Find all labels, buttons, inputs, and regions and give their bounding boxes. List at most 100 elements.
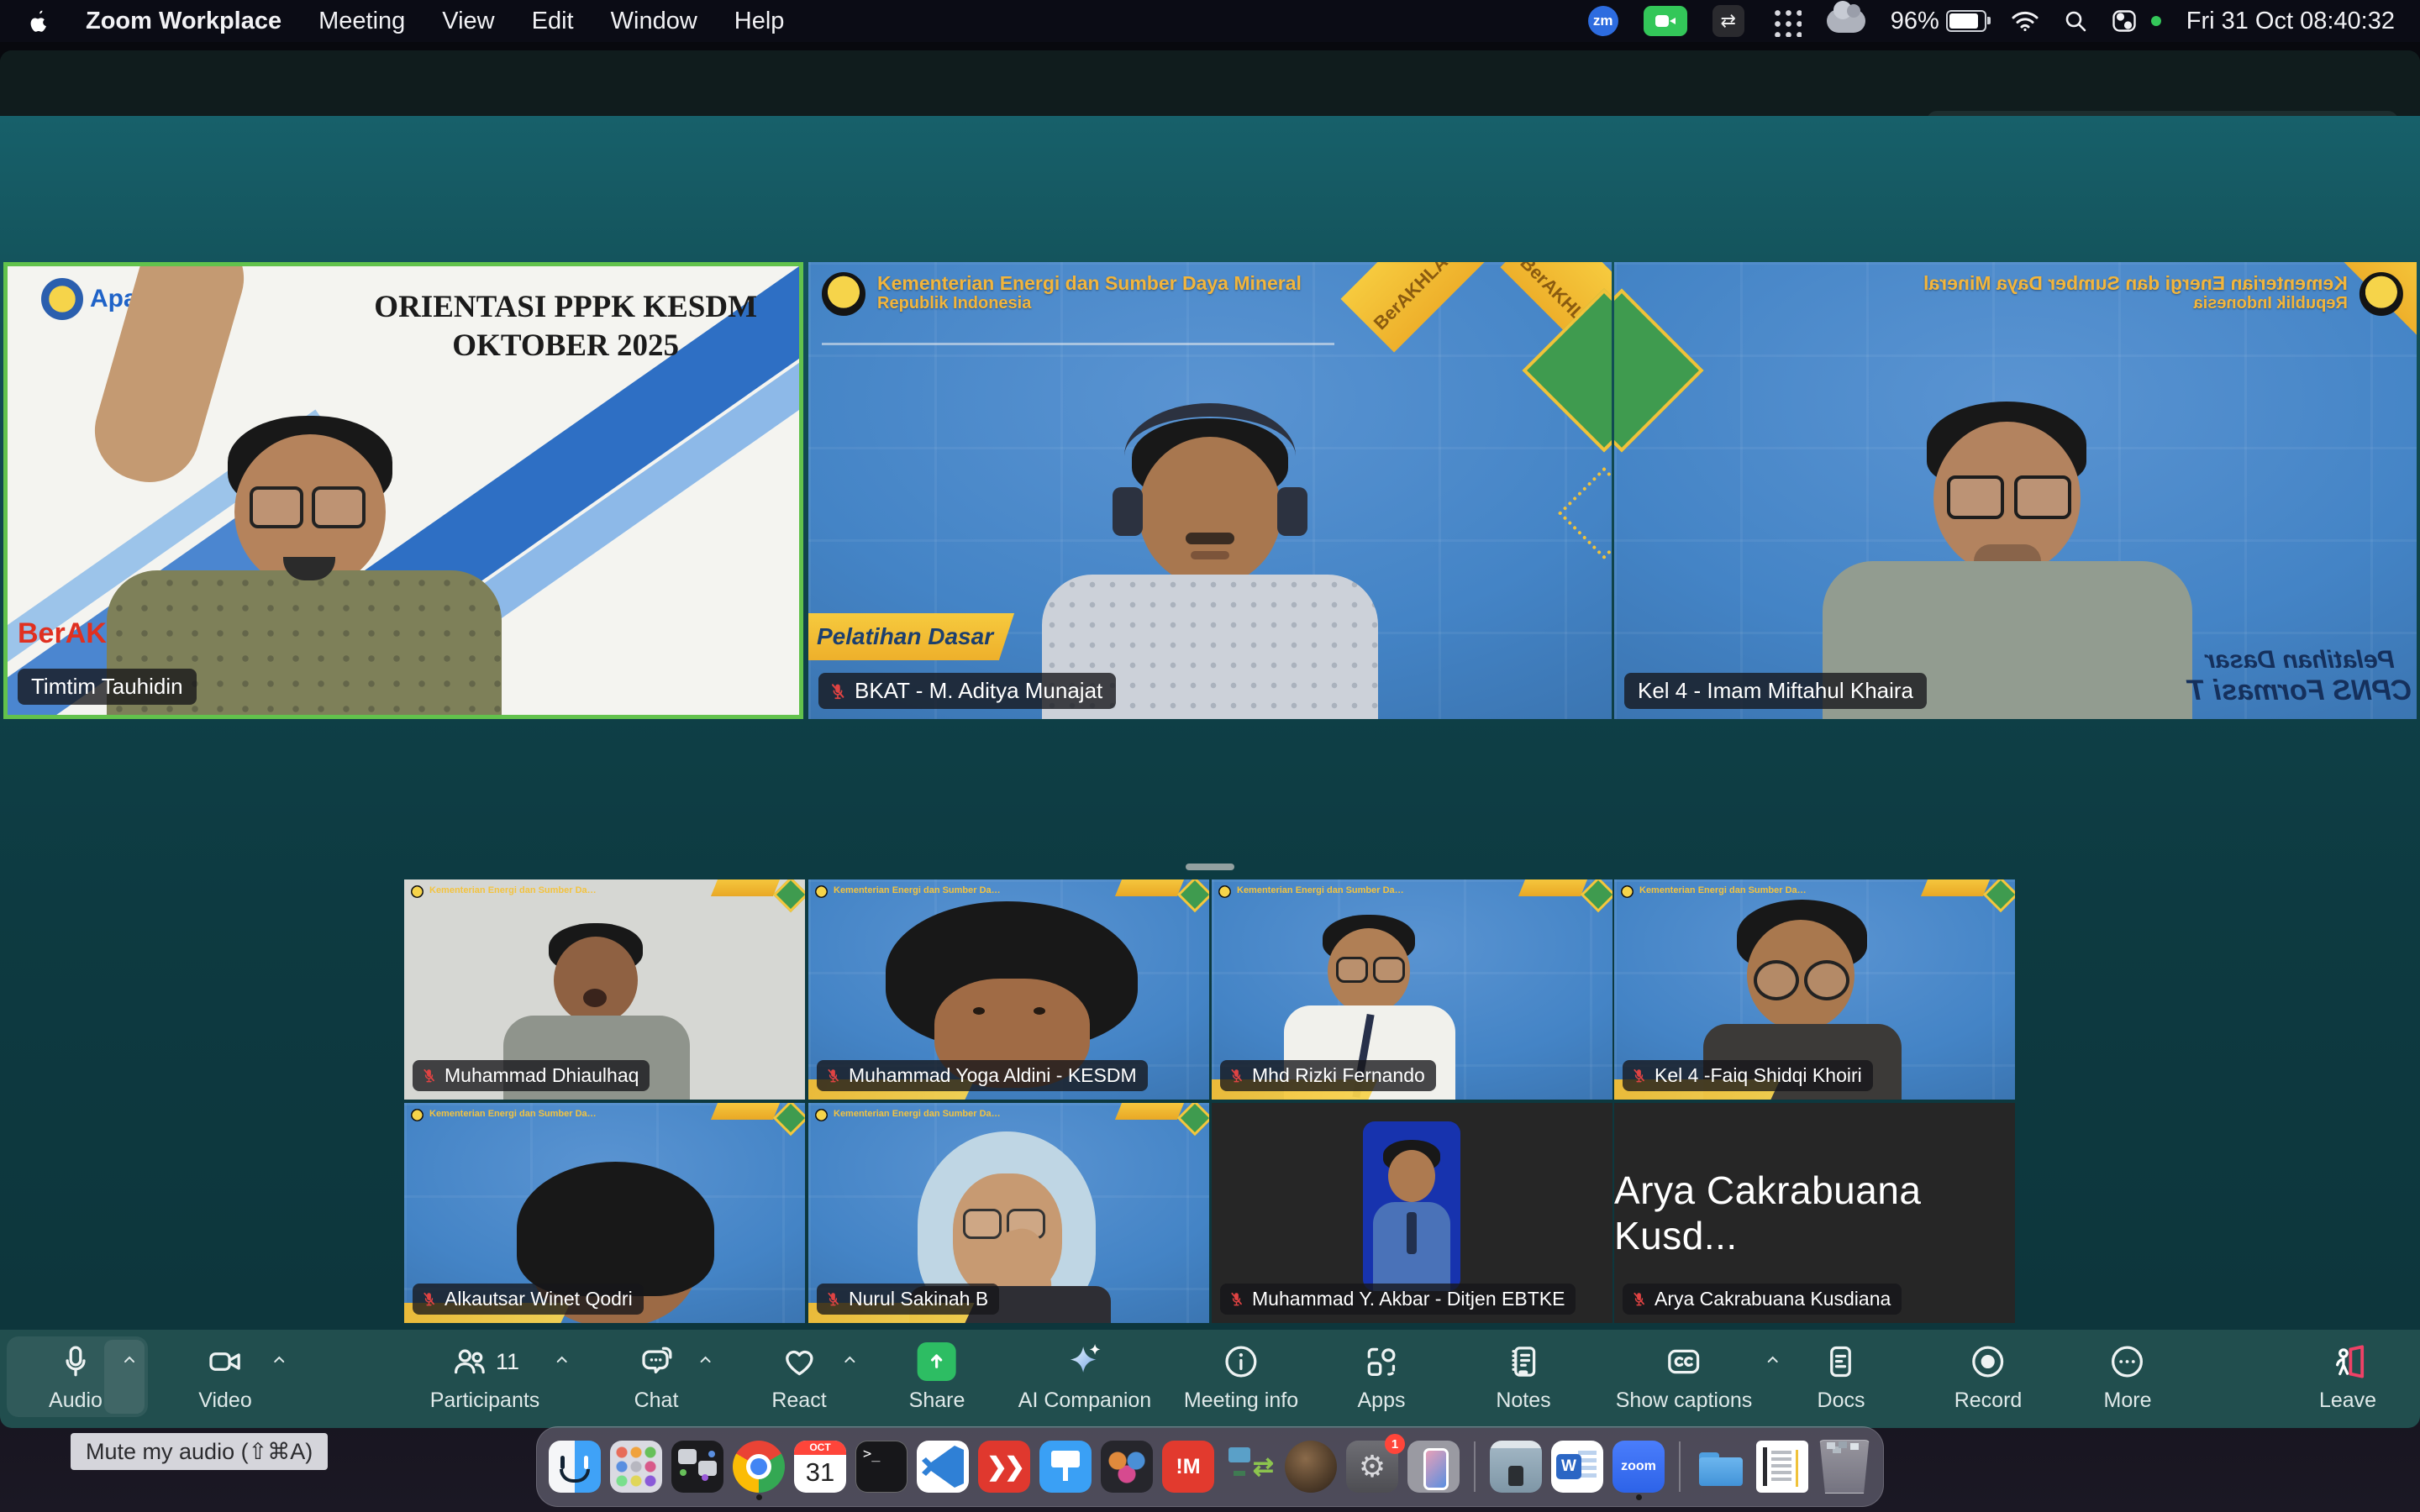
dock-iphone-mirroring-icon[interactable]	[1407, 1441, 1460, 1493]
muted-mic-icon	[1228, 1066, 1244, 1085]
video-tile-alkautsar[interactable]: Kementerian Energi dan Sumber Daya Miner…	[404, 1103, 805, 1323]
settings-badge: 1	[1385, 1434, 1405, 1454]
dock-divider	[1474, 1441, 1476, 1492]
muted-mic-icon	[1228, 1289, 1244, 1309]
notes-button[interactable]: Notes	[1496, 1330, 1550, 1413]
dock-finder-icon[interactable]	[549, 1441, 601, 1493]
leave-button[interactable]: Leave	[2319, 1330, 2376, 1413]
record-button[interactable]: Record	[1954, 1330, 2023, 1413]
window-arrange-icon[interactable]: ⇄	[1712, 5, 1744, 37]
dock-red-app-icon[interactable]: ❯❯	[978, 1441, 1030, 1493]
app-grid-icon[interactable]	[1770, 5, 1802, 37]
mute-audio-tooltip: Mute my audio (⇧⌘A)	[71, 1433, 328, 1470]
menu-help[interactable]: Help	[734, 8, 785, 35]
video-tile-akbar[interactable]: Muhammad Y. Akbar - Ditjen EBTKE	[1212, 1103, 1612, 1323]
participant-name-label: Mhd Rizki Fernando	[1220, 1060, 1436, 1091]
more-button[interactable]: More	[2104, 1330, 2152, 1413]
menubar-clock[interactable]: Fri 31 Oct 08:40:32	[2186, 8, 2395, 35]
video-tile-aditya[interactable]: Kementerian Energi dan Sumber Daya Miner…	[808, 262, 1612, 719]
menu-bar: Zoom Workplace Meeting View Edit Window …	[0, 0, 2420, 42]
dock-trash-icon[interactable]	[1818, 1440, 1871, 1494]
participants-options-chevron[interactable]	[553, 1352, 570, 1368]
video-tile-timtim[interactable]: Apa ORIENTASI PPPK KESDM OKTOBER 2025 Be…	[3, 262, 803, 719]
camera-active-icon[interactable]	[1644, 6, 1687, 36]
zoom-menubar-icon[interactable]: zm	[1588, 6, 1618, 36]
participant-name-label: Timtim Tauhidin	[18, 669, 197, 705]
video-options-chevron[interactable]	[271, 1352, 287, 1368]
chat-button[interactable]: Chat	[634, 1330, 679, 1413]
muted-mic-icon	[1631, 1066, 1647, 1085]
participants-button[interactable]: 11 Participants	[430, 1330, 540, 1413]
video-tile-faiq[interactable]: Kementerian Energi dan Sumber Daya Miner…	[1614, 879, 2015, 1100]
battery-indicator[interactable]: 96%	[1891, 8, 1986, 35]
video-tile-imam[interactable]: Kementerian Energi dan Sumber Daya Miner…	[1614, 262, 2417, 719]
dock-divider	[1679, 1441, 1681, 1492]
menu-window[interactable]: Window	[611, 8, 697, 35]
dock-davinci-resolve-icon[interactable]	[1101, 1441, 1153, 1493]
video-tile-dhiaulhaq[interactable]: Kementerian Energi dan Sumber Daya Miner…	[404, 879, 805, 1100]
dock-window-manager-icon[interactable]	[671, 1441, 723, 1493]
person-dhiaulhaq	[554, 937, 638, 1024]
menu-edit[interactable]: Edit	[532, 8, 574, 35]
dock-chrome-icon[interactable]	[733, 1441, 785, 1493]
share-icon	[918, 1342, 956, 1381]
spotlight-search-icon[interactable]	[2064, 9, 2087, 33]
captions-options-chevron[interactable]	[1764, 1352, 1781, 1368]
control-center-icon[interactable]	[2112, 10, 2141, 32]
zoom-meeting-window: 02:19:28 View Apa ORIENTASI PPPK KESDM	[0, 50, 2420, 1428]
dock-terminal-icon[interactable]: >_	[855, 1441, 908, 1493]
dock-sync-app-icon[interactable]	[1223, 1441, 1276, 1493]
kesdm-header-mirrored: Kementerian Energi dan Sumber Daya Miner…	[1923, 272, 2403, 316]
video-tile-yoga[interactable]: Kementerian Energi dan Sumber Daya Miner…	[808, 879, 1209, 1100]
menu-view[interactable]: View	[442, 8, 494, 35]
audio-button[interactable]: Audio	[49, 1330, 103, 1413]
participant-name-label: Nurul Sakinah B	[817, 1284, 999, 1315]
dock-system-settings-icon[interactable]: ⚙1	[1346, 1441, 1398, 1493]
meeting-info-button[interactable]: Meeting info	[1184, 1330, 1298, 1413]
dock-im-app-icon[interactable]: !M	[1162, 1441, 1214, 1493]
dock-zoom-icon[interactable]: zoom	[1612, 1441, 1665, 1493]
dock-document-icon[interactable]	[1756, 1441, 1808, 1493]
react-options-chevron[interactable]	[842, 1352, 859, 1368]
window-title-bar: 02:19:28 View	[0, 50, 2420, 116]
participant-name-label: Muhammad Yoga Aldini - KESDM	[817, 1060, 1148, 1091]
video-tile-rizki[interactable]: Kementerian Energi dan Sumber Daya Miner…	[1212, 879, 1612, 1100]
video-tile-arya[interactable]: Arya Cakrabuana Kusd... Arya Cakrabuana …	[1614, 1103, 2015, 1323]
participants-count: 11	[496, 1349, 519, 1375]
apple-menu-icon[interactable]	[29, 9, 49, 33]
muted-mic-icon	[825, 1066, 841, 1085]
participant-name-label: BKAT - M. Aditya Munajat	[818, 673, 1116, 709]
akbar-profile-photo	[1363, 1121, 1460, 1291]
ai-companion-button[interactable]: AI Companion	[1018, 1330, 1151, 1413]
dock-handpan-app-icon[interactable]	[1285, 1441, 1337, 1493]
apps-button[interactable]: Apps	[1358, 1330, 1406, 1413]
slide-title: ORIENTASI PPPK KESDM OKTOBER 2025	[374, 288, 757, 366]
share-screen-button[interactable]: Share	[909, 1330, 965, 1413]
pelatihan-banner-mirrored: Pelatihan Dasar CPNS Formasi T	[2188, 646, 2412, 707]
show-captions-button[interactable]: Show captions	[1616, 1330, 1753, 1413]
person-aditya	[1139, 437, 1281, 586]
dock-minimized-window-thumbnail[interactable]	[1490, 1441, 1542, 1493]
participant-name-label: Kel 4 -Faiq Shidqi Khoiri	[1623, 1060, 1873, 1091]
docs-button[interactable]: Docs	[1818, 1330, 1865, 1413]
chat-options-chevron[interactable]	[697, 1352, 713, 1368]
react-button[interactable]: React	[771, 1330, 826, 1413]
dock-vscode-icon[interactable]	[917, 1441, 969, 1493]
muted-mic-icon	[421, 1289, 437, 1309]
wifi-icon[interactable]	[2012, 10, 2039, 32]
cloud-status-icon[interactable]	[1827, 9, 1865, 33]
dock-keynote-icon[interactable]	[1039, 1441, 1092, 1493]
dock-calendar-icon[interactable]: OCT31	[794, 1441, 846, 1493]
meeting-toolbar: Audio Video 11 Participants Chat React	[0, 1330, 2420, 1428]
muted-mic-icon	[1631, 1289, 1647, 1309]
dock-word-icon[interactable]: W	[1551, 1441, 1603, 1493]
gallery-resize-handle[interactable]	[1186, 864, 1234, 870]
ppsdm-logo: Apa	[41, 278, 138, 320]
video-tile-nurul[interactable]: Kementerian Energi dan Sumber Daya Miner…	[808, 1103, 1209, 1323]
menu-meeting[interactable]: Meeting	[318, 8, 405, 35]
dock-downloads-folder-icon[interactable]	[1695, 1441, 1747, 1493]
audio-options-chevron[interactable]	[121, 1352, 138, 1368]
dock-launchpad-icon[interactable]	[610, 1441, 662, 1493]
video-button[interactable]: Video	[198, 1330, 252, 1413]
menubar-app-name[interactable]: Zoom Workplace	[86, 8, 281, 35]
